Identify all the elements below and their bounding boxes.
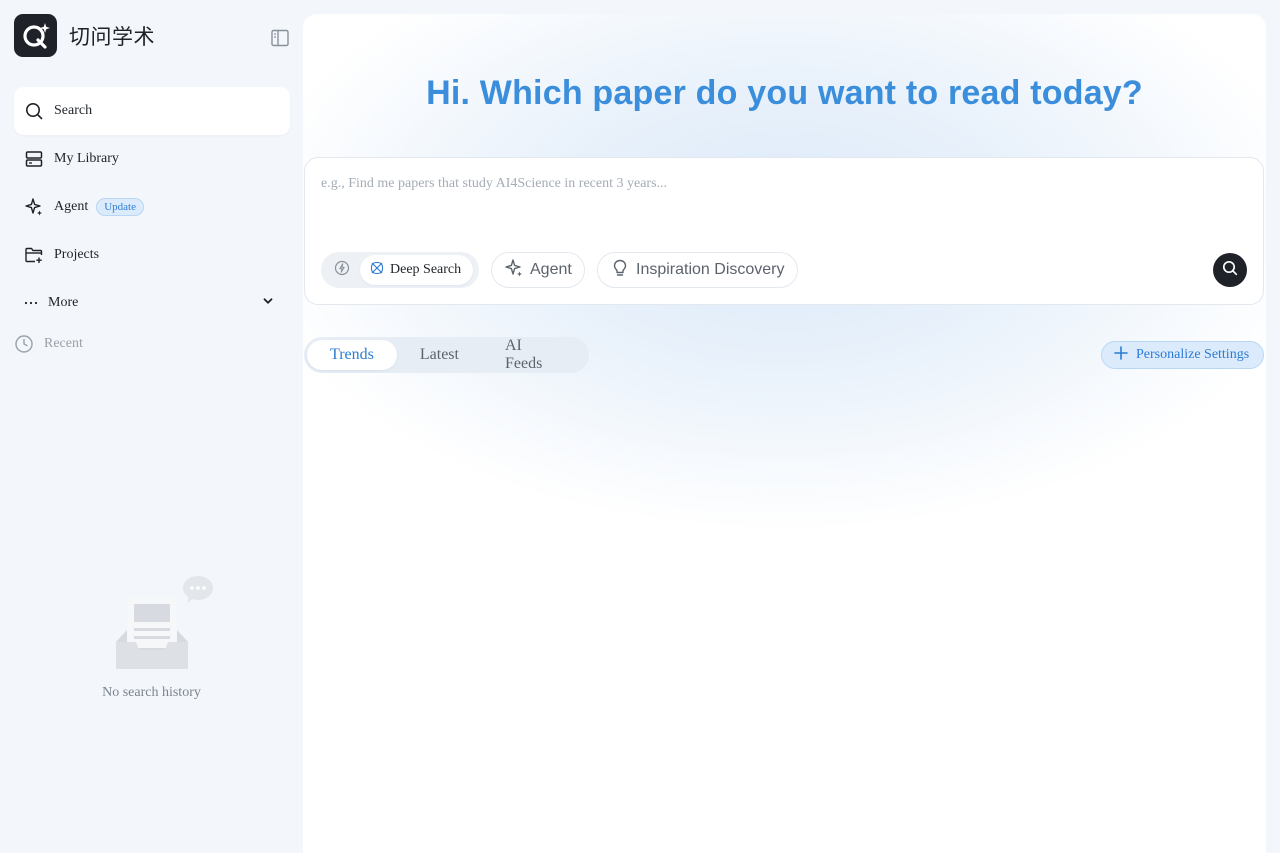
sidebar-item-more[interactable]: More (14, 279, 290, 327)
agent-label: Agent (530, 261, 572, 278)
folder-add-icon (24, 245, 44, 265)
feed-tabs: Trends Latest AI Feeds (304, 337, 589, 373)
inspiration-discovery-button[interactable]: Inspiration Discovery (597, 252, 798, 288)
lightning-icon (334, 260, 350, 281)
personalize-settings-button[interactable]: Personalize Settings (1101, 341, 1264, 369)
sidebar-toggle-icon[interactable] (270, 28, 290, 48)
search-box: Deep Search Agent Inspiration Discovery (304, 157, 1264, 305)
sidebar-item-search[interactable]: Search (14, 87, 290, 135)
brand[interactable]: 切问学术 (14, 14, 155, 57)
brand-name: 切问学术 (69, 24, 155, 49)
empty-inbox-illustration (95, 572, 213, 681)
sidebar-item-label: More (48, 295, 79, 310)
sidebar: 切问学术 Search My Library Agent Update Proj… (0, 0, 303, 853)
page-title: Hi. Which paper do you want to read toda… (426, 74, 1143, 112)
lightbulb-icon (610, 258, 636, 283)
sidebar-item-label: Projects (54, 247, 100, 262)
chevron-down-icon (262, 295, 274, 312)
sidebar-nav: Search My Library Agent Update Projects (14, 87, 290, 327)
sidebar-item-agent[interactable]: Agent Update (14, 183, 290, 231)
q-logo-icon (14, 14, 57, 57)
sidebar-item-my-library[interactable]: My Library (14, 135, 290, 183)
submit-search-button[interactable] (1213, 253, 1247, 287)
main-panel: Hi. Which paper do you want to read toda… (303, 14, 1266, 853)
personalize-label: Personalize Settings (1136, 347, 1250, 362)
atom-icon (370, 261, 390, 280)
tab-ai-feeds[interactable]: AI Feeds (482, 337, 586, 372)
recent-header: Recent (14, 334, 83, 354)
tab-latest[interactable]: Latest (397, 340, 482, 370)
plus-icon (1114, 345, 1136, 365)
empty-history-text: No search history (102, 685, 201, 700)
sparkle-icon (504, 258, 530, 283)
clock-icon (14, 334, 34, 354)
search-icon (1222, 260, 1238, 281)
sidebar-item-projects[interactable]: Projects (14, 231, 290, 279)
tab-trends[interactable]: Trends (307, 340, 397, 370)
library-icon (24, 149, 44, 169)
recent-label: Recent (44, 336, 83, 351)
sparkle-icon (24, 197, 44, 217)
inspiration-label: Inspiration Discovery (636, 261, 785, 278)
deep-search-label: Deep Search (390, 262, 462, 277)
agent-button[interactable]: Agent (491, 252, 585, 288)
sidebar-item-label: Agent (54, 199, 89, 214)
search-input[interactable] (321, 176, 1221, 192)
sidebar-item-label: Search (54, 103, 93, 118)
update-badge: Update (96, 198, 144, 216)
search-mode-toggle: Deep Search (321, 252, 479, 288)
ellipsis-icon (24, 293, 38, 313)
quick-search-button[interactable] (324, 255, 360, 285)
search-icon (24, 101, 44, 121)
sidebar-item-label: My Library (54, 151, 119, 166)
deep-search-button[interactable]: Deep Search (360, 255, 474, 285)
